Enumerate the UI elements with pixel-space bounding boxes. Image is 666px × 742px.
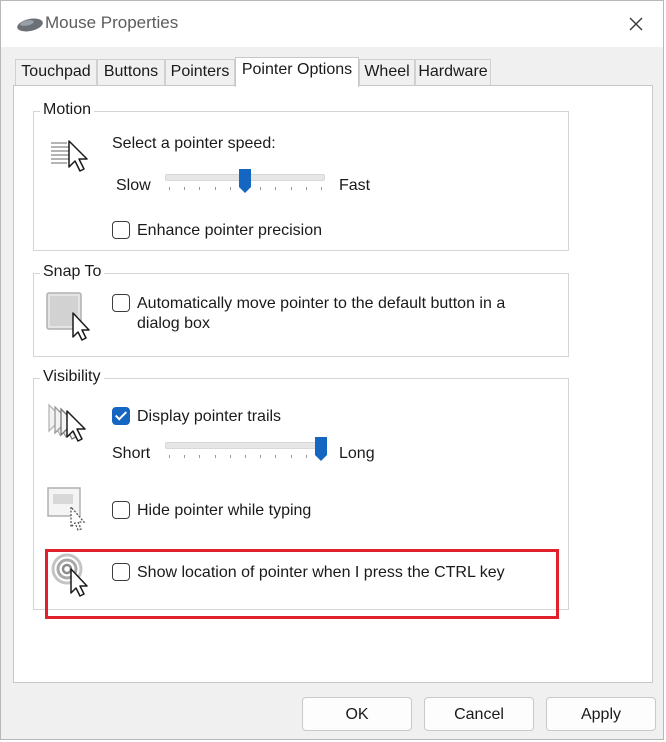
highlight-annotation-box	[45, 549, 559, 619]
apply-button[interactable]: Apply	[546, 697, 656, 731]
pointer-speed-icon	[51, 140, 88, 172]
slider-tick	[184, 187, 185, 190]
slider-tick	[199, 187, 200, 190]
tab-pointer-options[interactable]: Pointer Options	[235, 57, 359, 87]
snap-to-label-line2: dialog box	[137, 315, 210, 332]
snap-to-group: Snap To	[33, 263, 569, 357]
slider-tick	[245, 455, 246, 458]
display-trails-label: Display pointer trails	[137, 408, 282, 425]
trail-long-label: Long	[339, 445, 375, 462]
slider-thumb[interactable]	[314, 436, 328, 462]
cancel-button[interactable]: Cancel	[424, 697, 534, 731]
slider-tick	[215, 187, 216, 190]
motion-group-title: Motion	[40, 101, 95, 119]
hide-pointer-icon	[47, 487, 86, 531]
slider-track	[165, 442, 325, 449]
hide-while-typing-label: Hide pointer while typing	[137, 502, 312, 519]
slider-tick	[306, 455, 307, 458]
slider-tick	[321, 187, 322, 190]
tab-buttons[interactable]: Buttons	[97, 59, 165, 85]
tab-strip: Touchpad Buttons Pointers Pointer Option…	[13, 57, 653, 87]
tab-hardware[interactable]: Hardware	[415, 59, 491, 85]
slider-tick	[169, 455, 170, 458]
trail-short-label: Short	[112, 445, 151, 462]
slider-tick	[275, 455, 276, 458]
slider-tick	[184, 455, 185, 458]
speed-slow-label: Slow	[116, 177, 151, 194]
slider-thumb[interactable]	[238, 168, 252, 194]
snap-to-label-line1: Automatically move pointer to the defaul…	[137, 295, 506, 312]
slider-tick	[199, 455, 200, 458]
tab-wheel[interactable]: Wheel	[359, 59, 415, 85]
title-bar: Mouse Properties	[1, 1, 663, 47]
slider-tick	[291, 455, 292, 458]
slider-tick	[169, 187, 170, 190]
tab-touchpad[interactable]: Touchpad	[15, 59, 97, 85]
slider-ticks	[165, 455, 325, 458]
display-trails-checkbox[interactable]	[112, 407, 130, 425]
slider-tick	[260, 187, 261, 190]
hide-while-typing-checkbox[interactable]	[112, 501, 130, 519]
visibility-group-title: Visibility	[40, 368, 104, 386]
mouse-icon	[17, 18, 43, 32]
slider-tick	[215, 455, 216, 458]
snap-to-button-icon	[46, 292, 90, 341]
enhance-precision-label: Enhance pointer precision	[137, 222, 323, 239]
snap-to-group-title: Snap To	[40, 263, 105, 281]
slider-tick	[306, 187, 307, 190]
pointer-speed-slider[interactable]	[165, 168, 325, 198]
window-title: Mouse Properties	[45, 13, 179, 32]
slider-tick	[260, 455, 261, 458]
slider-tick	[230, 455, 231, 458]
snap-to-default-checkbox[interactable]	[112, 294, 130, 312]
mouse-properties-window: Mouse Properties Touchpad Buttons Pointe…	[0, 0, 664, 740]
ok-button[interactable]: OK	[302, 697, 412, 731]
tab-pointers[interactable]: Pointers	[165, 59, 235, 85]
enhance-precision-checkbox[interactable]	[112, 221, 130, 239]
close-icon[interactable]	[623, 11, 649, 37]
slider-tick	[230, 187, 231, 190]
trail-length-slider[interactable]	[165, 436, 328, 466]
slider-tick	[275, 187, 276, 190]
pointer-speed-label: Select a pointer speed:	[112, 135, 276, 152]
slider-tick	[291, 187, 292, 190]
pointer-trails-icon	[48, 403, 86, 442]
speed-fast-label: Fast	[339, 177, 371, 194]
